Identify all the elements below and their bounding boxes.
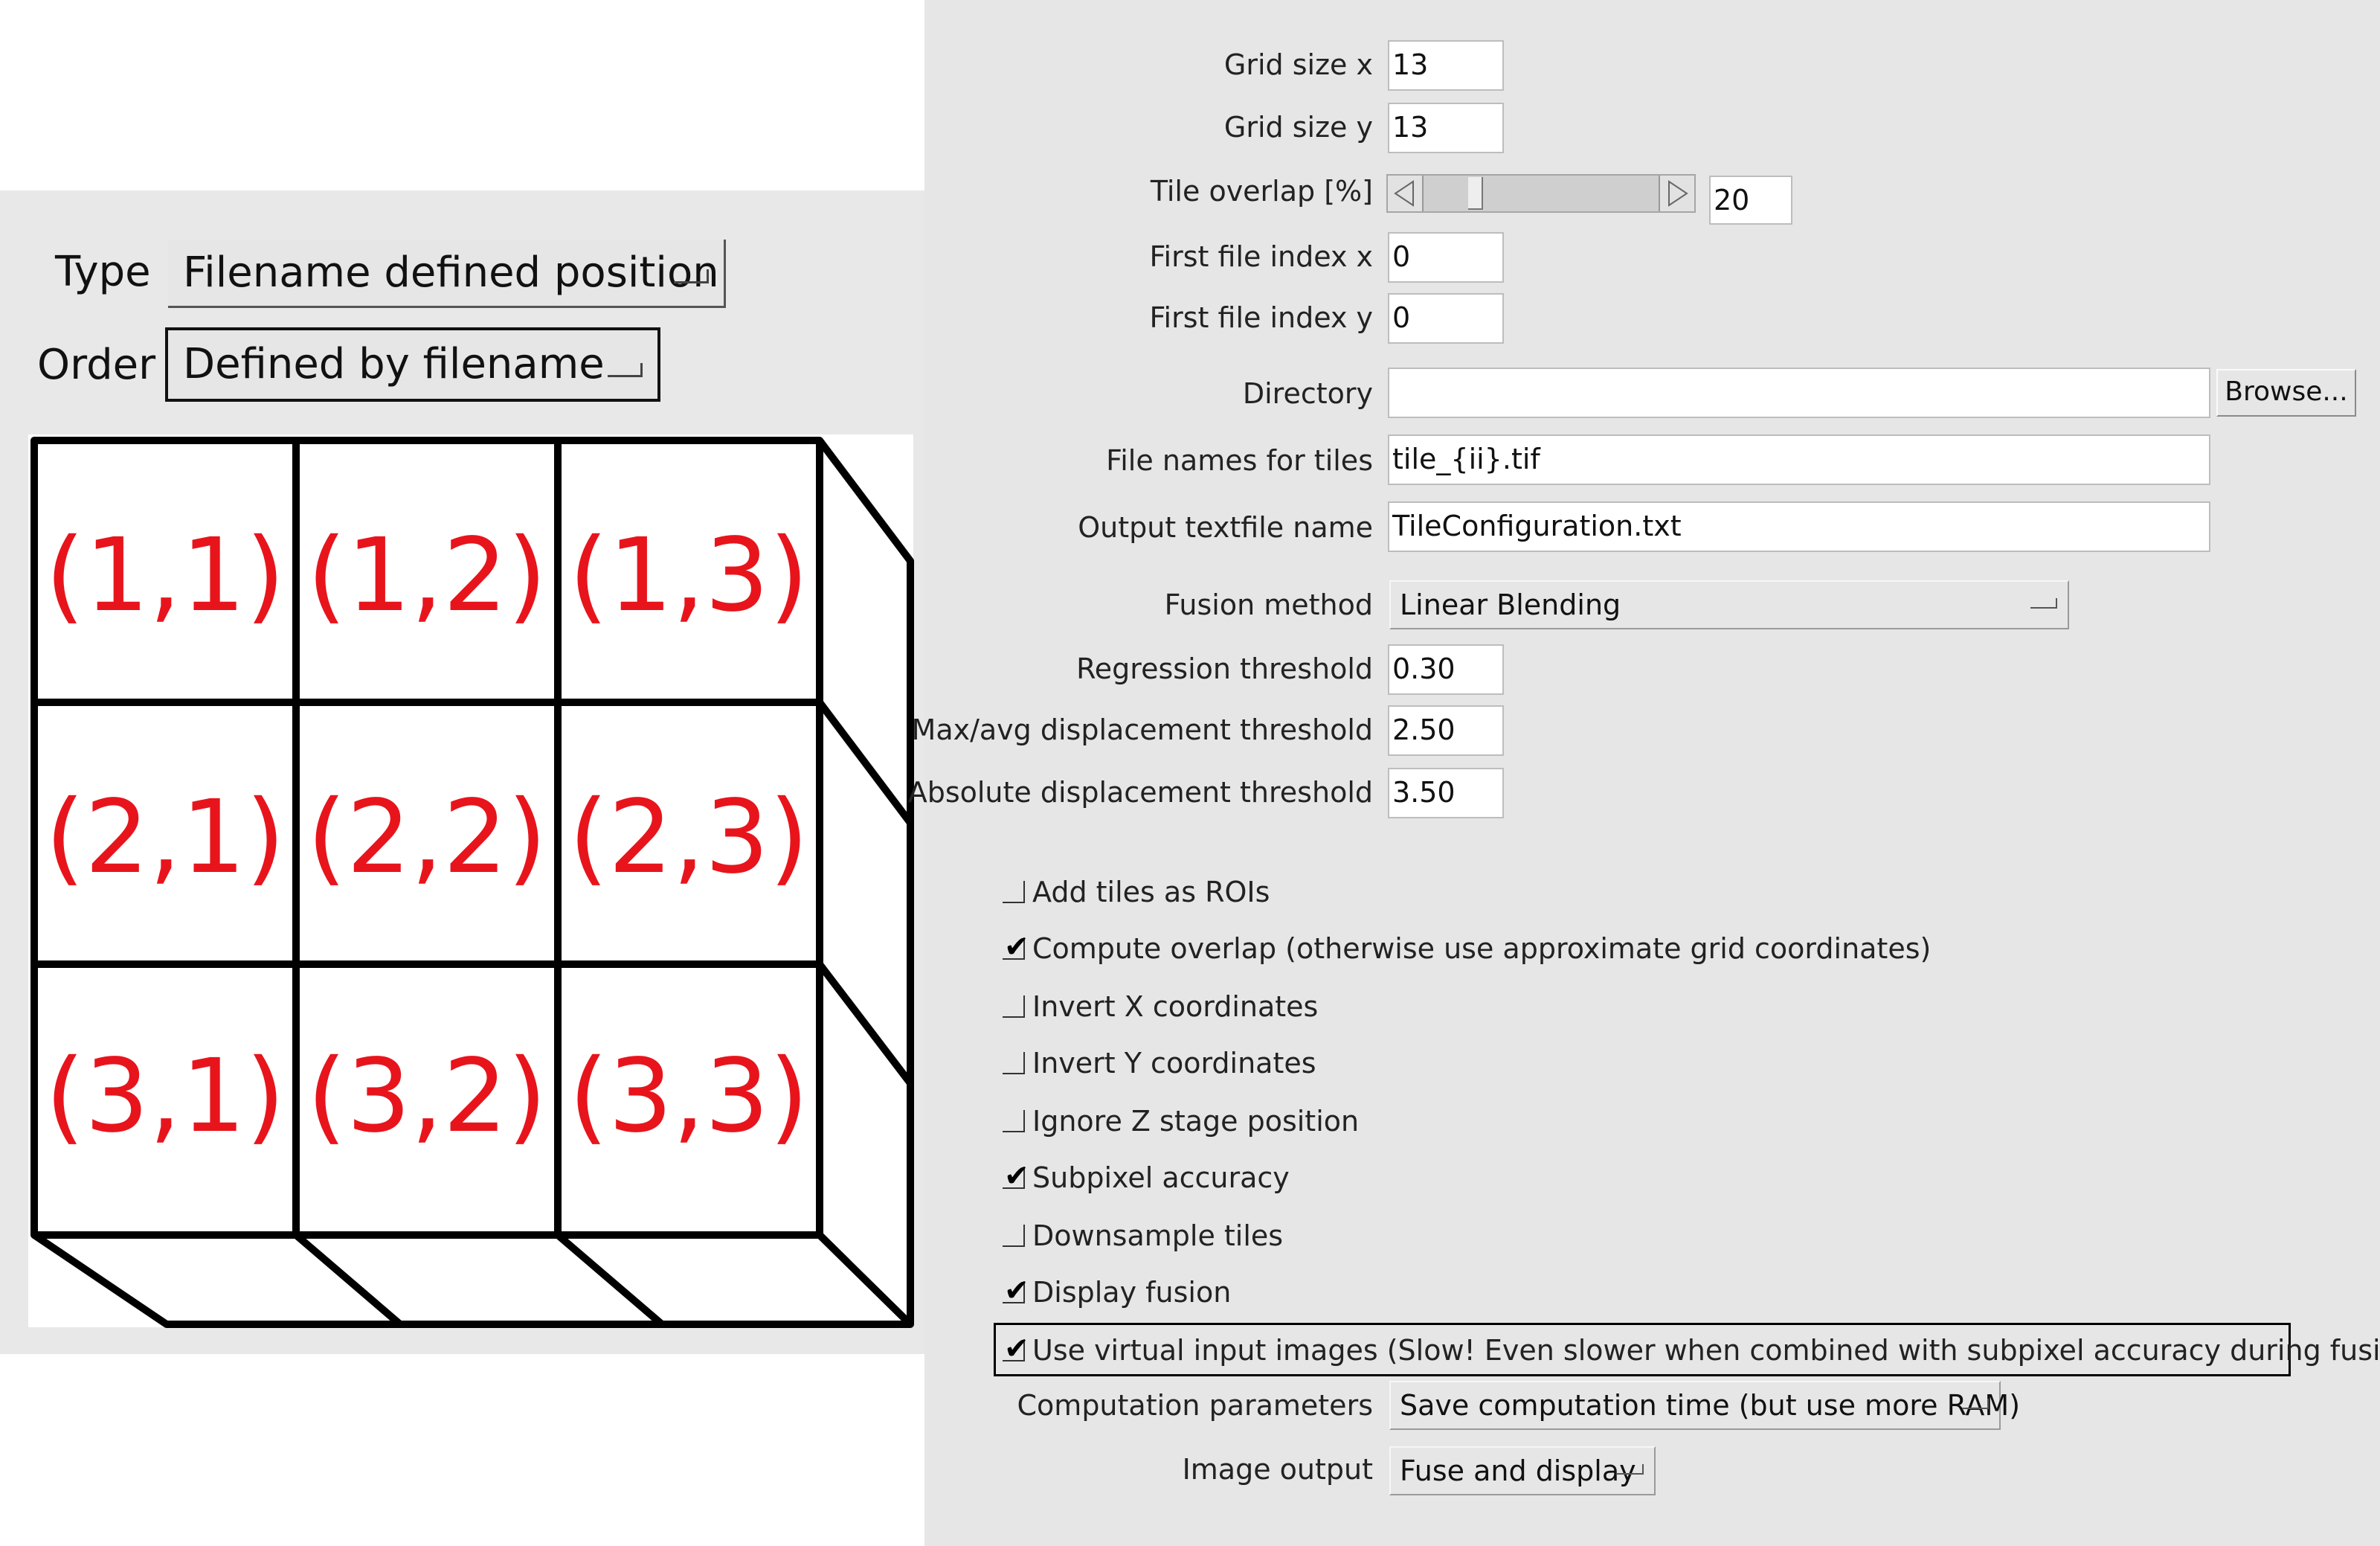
- chevron-down-icon: [2030, 598, 2057, 609]
- tile-overlap-label: Tile overlap [%]: [1150, 175, 1373, 208]
- check-icon: ✔: [1004, 1332, 1029, 1366]
- checkbox[interactable]: [1003, 1225, 1025, 1247]
- grid-cell-label: (3,2): [307, 1038, 547, 1155]
- tile-overlap-field[interactable]: 20: [1709, 176, 1792, 225]
- regression-threshold-label: Regression threshold: [1076, 652, 1373, 685]
- computation-label: Computation parameters: [1017, 1389, 1373, 1422]
- check-icon: ✔: [1004, 1274, 1029, 1308]
- first-index-x-label: First file index x: [1149, 240, 1373, 273]
- absolute-threshold-label: Absolute displacement threshold: [907, 776, 1373, 809]
- grid-cell-label: (1,2): [307, 517, 547, 635]
- fusion-method-combo[interactable]: Linear Blending: [1389, 580, 2069, 629]
- first-index-x-field[interactable]: 0: [1388, 232, 1504, 283]
- image-output-value: Fuse and display: [1400, 1454, 1636, 1487]
- image-output-label: Image output: [1182, 1453, 1373, 1486]
- checkbox-label: Subpixel accuracy: [1032, 1161, 1290, 1194]
- type-combo-value: Filename defined position: [183, 248, 719, 297]
- checkbox-label: Use virtual input images (Slow! Even slo…: [1032, 1334, 2380, 1367]
- chevron-down-icon: [674, 269, 709, 283]
- grid-size-y-field[interactable]: 13: [1388, 103, 1504, 153]
- fusion-method-label: Fusion method: [1164, 588, 1373, 621]
- grid-cell-label: (2,2): [307, 779, 547, 897]
- slider-left-arrow[interactable]: [1388, 176, 1424, 211]
- chevron-down-icon: [608, 363, 643, 377]
- chevron-down-icon: [1962, 1399, 1989, 1409]
- checkbox[interactable]: [1003, 1052, 1025, 1074]
- grid-cell-label: (2,3): [569, 779, 808, 897]
- order-label: Order: [37, 341, 156, 389]
- regression-threshold-field[interactable]: 0.30: [1388, 644, 1504, 695]
- tile-overlap-slider[interactable]: [1386, 174, 1696, 213]
- computation-value: Save computation time (but use more RAM): [1400, 1389, 2021, 1422]
- check-icon: ✔: [1004, 1159, 1029, 1193]
- grid-cell-label: (1,3): [569, 517, 808, 635]
- fusion-method-value: Linear Blending: [1400, 588, 1621, 621]
- grid-size-x-label: Grid size x: [1223, 48, 1373, 81]
- first-index-y-label: First file index y: [1149, 301, 1373, 334]
- directory-label: Directory: [1242, 377, 1373, 410]
- order-combo-value: Defined by filename: [183, 340, 605, 388]
- grid-cell-label: (3,3): [569, 1038, 808, 1155]
- checkbox[interactable]: [1003, 995, 1025, 1018]
- slider-right-arrow[interactable]: [1659, 176, 1694, 211]
- checkbox-label: Display fusion: [1032, 1276, 1232, 1309]
- output-name-label: Output textfile name: [1078, 511, 1373, 544]
- browse-button[interactable]: Browse...: [2216, 369, 2356, 417]
- tile-grid-diagram: (1,1) (1,2) (1,3) (2,1) (2,2) (2,3) (3,1) (3,2)…: [28, 434, 914, 1328]
- image-output-combo[interactable]: Fuse and display: [1389, 1446, 1656, 1495]
- checkbox[interactable]: [1003, 881, 1025, 903]
- checkbox-label: Invert X coordinates: [1032, 990, 1319, 1023]
- grid-cell-label: (2,1): [45, 779, 285, 897]
- check-icon: ✔: [1004, 930, 1029, 964]
- grid-size-x-field[interactable]: 13: [1388, 40, 1504, 91]
- checkbox[interactable]: [1003, 1110, 1025, 1132]
- type-combo[interactable]: Filename defined position: [168, 240, 726, 308]
- checkbox-label: Add tiles as ROIs: [1032, 876, 1270, 908]
- grid-cell-label: (3,1): [45, 1038, 285, 1155]
- absolute-threshold-field[interactable]: 3.50: [1388, 768, 1504, 818]
- grid-size-y-label: Grid size y: [1223, 111, 1373, 144]
- first-index-y-field[interactable]: 0: [1388, 293, 1504, 344]
- chevron-down-icon: [1617, 1464, 1644, 1475]
- order-combo[interactable]: Defined by filename: [165, 327, 660, 402]
- checkbox-label: Compute overlap (otherwise use approxima…: [1032, 932, 1932, 965]
- file-names-field[interactable]: tile_{ii}.tif: [1388, 434, 2210, 485]
- type-label: Type: [55, 248, 151, 296]
- checkbox-label: Downsample tiles: [1032, 1219, 1284, 1252]
- slider-thumb[interactable]: [1468, 177, 1483, 210]
- file-names-label: File names for tiles: [1106, 444, 1373, 477]
- max-avg-threshold-label: Max/avg displacement threshold: [911, 713, 1373, 746]
- directory-field[interactable]: [1388, 368, 2210, 418]
- checkbox-label: Ignore Z stage position: [1032, 1105, 1360, 1138]
- checkbox-label: Invert Y coordinates: [1032, 1047, 1316, 1080]
- output-name-field[interactable]: TileConfiguration.txt: [1388, 501, 2210, 552]
- max-avg-threshold-field[interactable]: 2.50: [1388, 705, 1504, 756]
- computation-combo[interactable]: Save computation time (but use more RAM): [1389, 1381, 2020, 1430]
- grid-cell-label: (1,1): [45, 517, 285, 635]
